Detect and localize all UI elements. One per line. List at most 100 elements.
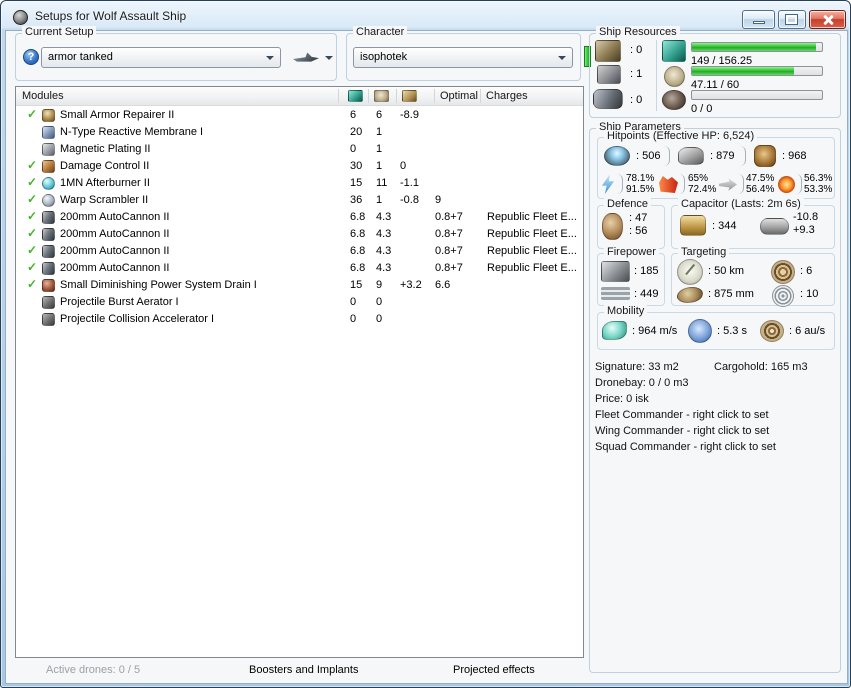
module-row[interactable]: Projectile Collision Accelerator I 0 0 <box>16 311 583 328</box>
capacitor-peak-recharge: +9.3 <box>793 224 815 236</box>
defence-group: Defence 47 56 <box>597 205 665 249</box>
module-row[interactable]: ✓ Small Diminishing Power System Drain I… <box>16 277 583 294</box>
hitpoints-group: Hitpoints (Effective HP: 6,524) 506 879 … <box>597 137 835 199</box>
autocannon-icon <box>42 211 55 224</box>
squad-commander-text[interactable]: Squad Commander - right click to set <box>595 441 776 453</box>
turret-icon <box>601 261 630 282</box>
module-row[interactable]: ✓ 200mm AutoCannon II 6.8 4.3 0.8+7 Repu… <box>16 209 583 226</box>
module-cpu: 15 <box>350 279 362 291</box>
modules-list-header: Modules Optimal Charges <box>16 87 583 106</box>
radar-icon <box>677 259 703 285</box>
kinetic-resist-icon <box>719 177 737 192</box>
module-optimal: 0.8+7 <box>435 262 463 274</box>
turret-slots-value: 0 <box>630 44 642 56</box>
capacitor-icon <box>680 215 706 236</box>
defence-value-1: 47 <box>629 212 647 224</box>
module-name: Small Diminishing Power System Drain I <box>60 279 257 291</box>
launcher-hardpoint-icon <box>597 65 621 84</box>
cpu-column-icon <box>348 90 363 102</box>
module-name: Damage Control II <box>60 160 149 172</box>
module-powergrid: 0 <box>376 313 382 325</box>
magnetic-plating-icon <box>42 143 55 156</box>
module-name: Magnetic Plating II <box>60 143 151 155</box>
module-name: 200mm AutoCannon II <box>60 228 169 240</box>
thermal-resist-icon <box>659 176 678 193</box>
fitted-check-icon: ✓ <box>27 192 37 206</box>
dronebay-bar <box>691 90 823 100</box>
firepower-group: Firepower 185 449 <box>597 253 665 306</box>
chevron-down-icon <box>266 56 274 60</box>
warp-speed: 6 au/s <box>789 325 825 337</box>
module-optimal: 0.8+7 <box>435 211 463 223</box>
module-powergrid: 1 <box>376 126 382 138</box>
module-cpu: 6.8 <box>350 262 365 274</box>
ship-icon <box>293 51 319 64</box>
module-charge: Republic Fleet E... <box>487 211 577 223</box>
column-header-optimal: Optimal <box>440 90 478 102</box>
fitted-check-icon: ✓ <box>27 226 37 240</box>
targeting-group: Targeting 50 km 6 875 mm 10 <box>671 253 835 306</box>
module-powergrid: 1 <box>376 194 382 206</box>
module-name: 200mm AutoCannon II <box>60 211 169 223</box>
modules-list: Modules Optimal Charges ✓ Small Armor Re… <box>15 86 584 658</box>
close-button[interactable] <box>809 10 846 29</box>
help-button[interactable]: ? <box>23 49 39 65</box>
module-cap: 0 <box>400 160 406 172</box>
thermal-resist-armor: 72.4% <box>688 184 716 195</box>
boosters-implants-section[interactable]: Boosters and Implants <box>249 664 358 676</box>
fitted-check-icon: ✓ <box>27 158 37 172</box>
module-name: Small Armor Repairer II <box>60 109 174 121</box>
module-row[interactable]: ✓ 1MN Afterburner II 15 11 -1.1 <box>16 175 583 192</box>
explosive-resist-icon <box>778 176 795 193</box>
maximize-icon <box>786 15 797 24</box>
module-cpu: 6.8 <box>350 228 365 240</box>
maximize-button[interactable] <box>778 10 806 29</box>
column-header-charges: Charges <box>486 90 528 102</box>
module-cpu: 15 <box>350 177 362 189</box>
module-optimal: 6.6 <box>435 279 450 291</box>
module-row[interactable]: ✓ 200mm AutoCannon II 6.8 4.3 0.8+7 Repu… <box>16 260 583 277</box>
module-row[interactable]: ✓ Small Armor Repairer II 6 6 -8.9 <box>16 107 583 124</box>
module-cpu: 20 <box>350 126 362 138</box>
ship-menu-button[interactable] <box>289 48 337 67</box>
titlebar[interactable]: Setups for Wolf Assault Ship <box>1 1 850 30</box>
module-cpu: 6 <box>350 109 356 121</box>
module-row[interactable]: ✓ 200mm AutoCannon II 6.8 4.3 0.8+7 Repu… <box>16 243 583 260</box>
autocannon-icon <box>42 262 55 275</box>
module-cpu: 36 <box>350 194 362 206</box>
module-cap: +3.2 <box>400 279 422 291</box>
drone-sig-icon <box>677 287 703 303</box>
em-resist-armor: 91.5% <box>626 184 654 195</box>
sensor-strength-icon <box>772 285 794 307</box>
module-row[interactable]: ✓ Damage Control II 30 1 0 <box>16 158 583 175</box>
setup-combobox[interactable]: armor tanked <box>41 47 281 68</box>
fleet-commander-text[interactable]: Fleet Commander - right click to set <box>595 409 769 421</box>
minimize-icon <box>753 21 765 24</box>
module-optimal: 0.8+7 <box>435 228 463 240</box>
powergrid-icon <box>664 66 685 87</box>
module-row[interactable]: ✓ 200mm AutoCannon II 6.8 4.3 0.8+7 Repu… <box>16 226 583 243</box>
explosive-resist-armor: 53.3% <box>804 184 832 195</box>
module-name: 1MN Afterburner II <box>60 177 150 189</box>
volley-value: 185 <box>634 265 658 277</box>
module-row[interactable]: N-Type Reactive Membrane I 20 1 <box>16 124 583 141</box>
power-drain-icon <box>42 279 55 292</box>
module-cpu: 0 <box>350 313 356 325</box>
kinetic-resist-shield: 47.5% <box>746 173 774 184</box>
module-powergrid: 4.3 <box>376 228 391 240</box>
minimize-button[interactable] <box>742 10 775 29</box>
module-row[interactable]: Projectile Burst Aerator I 0 0 <box>16 294 583 311</box>
module-row[interactable]: ✓ Warp Scrambler II 36 1 -0.8 9 <box>16 192 583 209</box>
defence-value-2: 56 <box>629 225 647 237</box>
em-resist-shield: 78.1% <box>626 173 654 184</box>
module-powergrid: 9 <box>376 279 382 291</box>
projected-effects-section[interactable]: Projected effects <box>453 664 535 676</box>
dronebay-usage-text: 0 / 0 <box>691 103 712 115</box>
wing-commander-text[interactable]: Wing Commander - right click to set <box>595 425 769 437</box>
character-combobox[interactable]: isophotek <box>353 47 573 68</box>
module-cpu: 6.8 <box>350 211 365 223</box>
kinetic-resist-armor: 56.4% <box>746 184 774 195</box>
window-title: Setups for Wolf Assault Ship <box>35 9 186 23</box>
autocannon-icon <box>42 228 55 241</box>
module-row[interactable]: Magnetic Plating II 0 1 <box>16 141 583 158</box>
